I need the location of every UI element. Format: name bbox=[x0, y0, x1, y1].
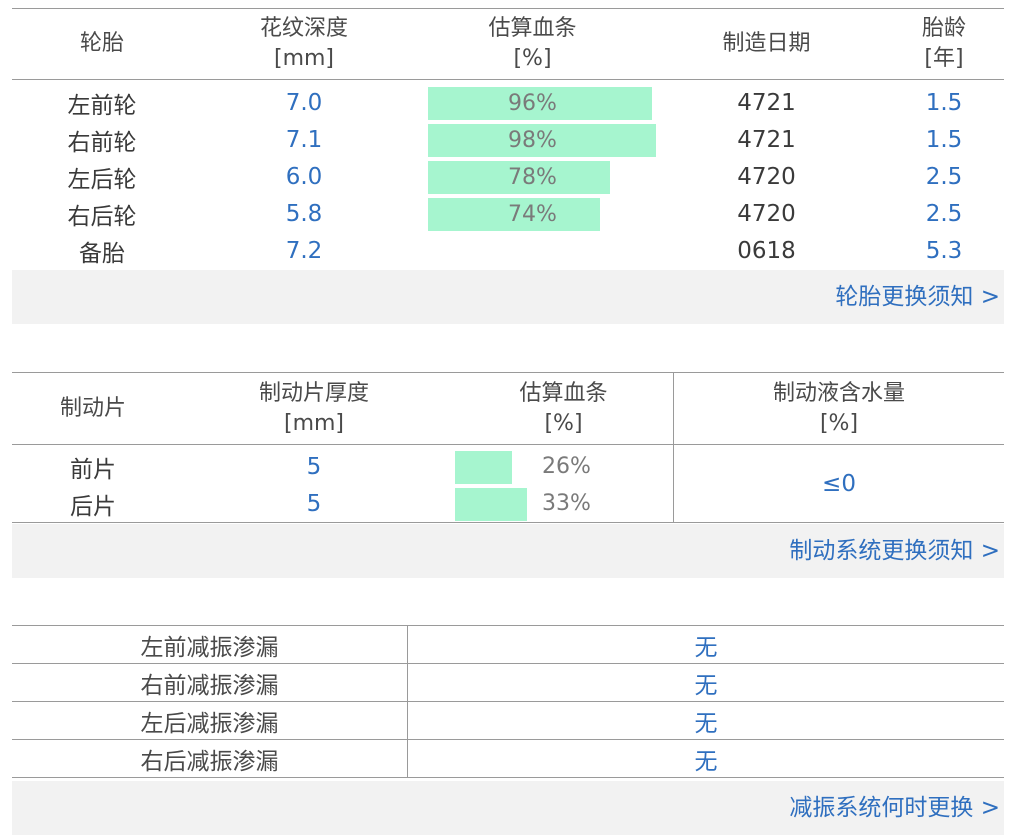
tyre-rows: 左前轮 7.0 96% 4721 1.5 右前轮 7.1 98% 4721 1.… bbox=[12, 80, 1004, 272]
brake-table-header: 制动片 制动片厚度 [mm] 估算血条 [%] 制动液含水量 [%] bbox=[12, 373, 1004, 445]
shock-table: 左前减振渗漏 无 右前减振渗漏 无 左后减振渗漏 无 右后减振渗漏 无 bbox=[12, 625, 1004, 778]
pad-thickness-header: 制动片厚度 [mm] bbox=[258, 381, 369, 436]
pad-thickness: 5 bbox=[306, 490, 322, 517]
tyre-age: 1.5 bbox=[925, 126, 963, 153]
brake-pad-names: 前片 后片 bbox=[12, 445, 174, 522]
pad-thickness-values: 5 5 bbox=[174, 445, 454, 522]
tread-depth: 7.0 bbox=[285, 89, 323, 116]
tyre-name: 左后轮 bbox=[67, 166, 137, 193]
tyre-age: 5.3 bbox=[925, 237, 963, 264]
tyre-age: 2.5 bbox=[925, 200, 963, 227]
tyre-health-header: 估算血条 [%] bbox=[488, 16, 577, 71]
manufacture-date: 0618 bbox=[737, 237, 796, 264]
brake-health-label: 26% bbox=[542, 454, 591, 479]
tyre-name-header: 轮胎 bbox=[79, 31, 124, 56]
brake-table-body: 前片 后片 5 5 26% 33% ≤0 bbox=[12, 445, 1004, 523]
tyre-age: 2.5 bbox=[925, 163, 963, 190]
brake-pad-name: 前片 bbox=[70, 456, 116, 483]
tyre-name: 右前轮 bbox=[67, 129, 137, 156]
tyre-age: 1.5 bbox=[925, 89, 963, 116]
shock-value: 无 bbox=[694, 710, 718, 737]
tread-depth: 7.1 bbox=[285, 126, 323, 153]
shock-replacement-guide-link[interactable]: 减振系统何时更换 > bbox=[12, 781, 1004, 835]
brake-health-header: 估算血条 [%] bbox=[519, 381, 608, 436]
tread-depth: 5.8 bbox=[285, 200, 323, 227]
tyre-health-label: 78% bbox=[508, 165, 557, 190]
brake-health-cell: 33% bbox=[454, 485, 673, 522]
shock-row: 右前减振渗漏 无 bbox=[12, 664, 1004, 702]
shock-value: 无 bbox=[694, 634, 718, 661]
tread-depth-header: 花纹深度 [mm] bbox=[259, 16, 348, 71]
tread-depth: 7.2 bbox=[285, 237, 323, 264]
shock-label: 左前减振渗漏 bbox=[12, 626, 408, 663]
shock-value: 无 bbox=[694, 748, 718, 775]
tyre-health-cell: 78% bbox=[416, 159, 649, 194]
tyre-table: 轮胎 花纹深度 [mm] 估算血条 [%] 制造日期 胎龄 [年] 左前轮 7.… bbox=[12, 8, 1004, 272]
tyre-row: 左前轮 7.0 96% 4721 1.5 bbox=[12, 84, 1004, 121]
tyre-replacement-guide-link[interactable]: 轮胎更换须知 > bbox=[12, 270, 1004, 324]
shock-label: 左后减振渗漏 bbox=[12, 702, 408, 739]
brake-health-label: 33% bbox=[542, 491, 591, 516]
pad-thickness: 5 bbox=[306, 453, 322, 480]
fluid-moisture-value: ≤0 bbox=[673, 445, 1004, 522]
brake-health-values: 26% 33% bbox=[454, 445, 673, 522]
tyre-health-cell: 96% bbox=[416, 85, 652, 120]
shock-label: 右前减振渗漏 bbox=[12, 664, 408, 701]
tyre-health-cell bbox=[416, 233, 649, 268]
shock-row: 左后减振渗漏 无 bbox=[12, 702, 1004, 740]
tyre-name: 右后轮 bbox=[67, 203, 137, 230]
tyre-name: 备胎 bbox=[79, 240, 125, 267]
manufacture-date: 4720 bbox=[737, 163, 796, 190]
manufacture-date: 4721 bbox=[737, 126, 796, 153]
tyre-health-label: 98% bbox=[508, 128, 557, 153]
tyre-health-label: 74% bbox=[508, 202, 557, 227]
tyre-health-cell: 98% bbox=[416, 122, 656, 157]
manufacture-date: 4721 bbox=[737, 89, 796, 116]
fluid-moisture-header: 制动液含水量 [%] bbox=[673, 373, 1004, 445]
tyre-name: 左前轮 bbox=[67, 92, 137, 119]
brake-pad-header: 制动片 bbox=[59, 396, 126, 421]
brake-pad-name: 后片 bbox=[70, 493, 116, 520]
tyre-row: 右前轮 7.1 98% 4721 1.5 bbox=[12, 121, 1004, 158]
tyre-row: 备胎 7.2 0618 5.3 bbox=[12, 232, 1004, 269]
brake-table: 制动片 制动片厚度 [mm] 估算血条 [%] 制动液含水量 [%] 前片 后片… bbox=[12, 372, 1004, 523]
shock-row: 右后减振渗漏 无 bbox=[12, 740, 1004, 778]
shock-value: 无 bbox=[694, 672, 718, 699]
brake-replacement-guide-link[interactable]: 制动系统更换须知 > bbox=[12, 524, 1004, 578]
tyre-health-label: 96% bbox=[508, 91, 557, 116]
manufacture-date-header: 制造日期 bbox=[722, 31, 811, 56]
brake-health-cell: 26% bbox=[454, 448, 673, 485]
tyre-health-cell: 74% bbox=[416, 196, 649, 231]
tyre-row: 右后轮 5.8 74% 4720 2.5 bbox=[12, 195, 1004, 232]
tyre-row: 左后轮 6.0 78% 4720 2.5 bbox=[12, 158, 1004, 195]
tyre-age-header: 胎龄 [年] bbox=[921, 16, 966, 71]
tyre-table-header: 轮胎 花纹深度 [mm] 估算血条 [%] 制造日期 胎龄 [年] bbox=[12, 9, 1004, 80]
manufacture-date: 4720 bbox=[737, 200, 796, 227]
tread-depth: 6.0 bbox=[285, 163, 323, 190]
shock-row: 左前减振渗漏 无 bbox=[12, 626, 1004, 664]
shock-label: 右后减振渗漏 bbox=[12, 740, 408, 777]
